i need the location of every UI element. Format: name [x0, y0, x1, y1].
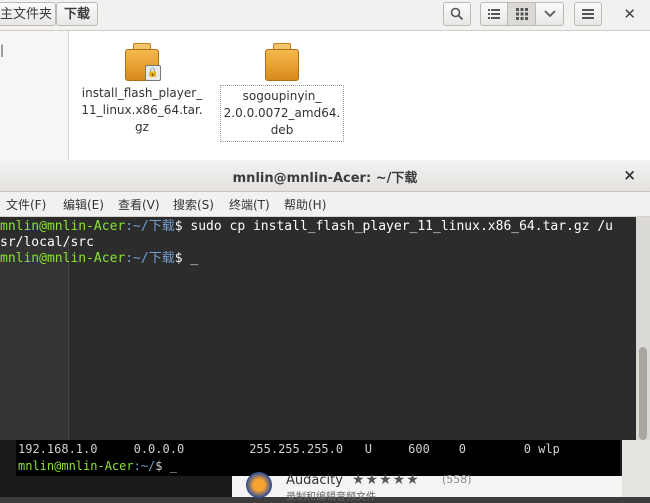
window-title: mnlin@mnlin-Acer: ~/下载	[232, 171, 418, 186]
terminal-line: sr/local/src	[0, 235, 94, 250]
command-text: $ sudo cp install_flash_player_11_linux.…	[174, 219, 614, 234]
prompt-user: mnlin@mnlin-Acer	[0, 251, 126, 266]
view-options-button[interactable]	[536, 2, 564, 26]
file-name: install_flash_player_ 11_linux.x86_64.ta…	[81, 86, 203, 134]
route-line: 192.168.1.0 0.0.0.0 255.255.255.0 U 600 …	[18, 442, 560, 456]
prompt-path: :~/下载	[125, 251, 175, 266]
file-manager-sidebar: |	[0, 31, 69, 161]
background-panel	[622, 440, 650, 497]
terminal-line: mnlin@mnlin-Acer:~/下载$ _	[0, 251, 198, 267]
sidebar-fragment: |	[0, 43, 5, 57]
prompt-user: mnlin@mnlin-Acer	[18, 459, 134, 473]
background-terminal: 192.168.1.0 0.0.0.0 255.255.255.0 U 600 …	[16, 440, 620, 476]
search-icon	[450, 7, 464, 21]
terminal-output[interactable]: mnlin@mnlin-Acer:~/下载$ sudo cp install_f…	[0, 217, 636, 440]
prompt-path: :~/下载	[125, 219, 175, 234]
file-manager-header: 主文件夹 下载 ✕	[0, 0, 650, 31]
terminal-line: mnlin@mnlin-Acer:~/$ _	[18, 459, 177, 473]
package-locked-icon: 🔒	[125, 43, 161, 81]
menu-file[interactable]: 文件(F)	[6, 196, 46, 213]
rating-stars: ★★★★★	[352, 472, 420, 488]
file-item-flash[interactable]: 🔒 install_flash_player_ 11_linux.x86_64.…	[80, 43, 204, 136]
menu-edit[interactable]: 编辑(E)	[63, 196, 104, 213]
menu-help[interactable]: 帮助(H)	[284, 196, 326, 213]
terminal-titlebar[interactable]: mnlin@mnlin-Acer: ~/下载 ×	[0, 160, 650, 192]
grid-view-icon	[515, 8, 528, 20]
menu-icon	[582, 9, 594, 19]
terminal-scrollbar[interactable]	[636, 217, 650, 440]
scrollbar-thumb[interactable]	[639, 347, 647, 440]
app-description: 录制和编辑音频文件	[286, 492, 376, 503]
background-sidebar	[0, 241, 69, 440]
grid-view-button[interactable]	[508, 2, 536, 26]
list-view-button[interactable]	[480, 2, 508, 26]
menu-view[interactable]: 查看(V)	[118, 196, 160, 213]
file-name: sogoupinyin_ 2.0.0.0072_amd64. deb	[220, 85, 344, 142]
search-button[interactable]	[443, 2, 471, 26]
prompt-path: :~/	[133, 459, 156, 473]
app-name: Audacity	[286, 473, 343, 488]
close-icon[interactable]: ✕	[623, 5, 636, 23]
breadcrumb-home[interactable]: 主文件夹	[0, 2, 56, 26]
terminal-line: mnlin@mnlin-Acer:~/下载$ sudo cp install_f…	[0, 219, 613, 235]
list-view-icon	[488, 9, 500, 19]
close-icon[interactable]: ×	[623, 166, 636, 184]
chevron-down-icon	[543, 10, 556, 18]
terminal-menubar: 文件(F) 编辑(E) 查看(V) 搜索(S) 终端(T) 帮助(H)	[0, 192, 650, 217]
rating-count: (558)	[442, 473, 472, 486]
software-center-item[interactable]: Audacity ★★★★★ (558) 录制和编辑音频文件	[232, 472, 622, 503]
menu-button[interactable]	[574, 2, 602, 26]
package-icon	[265, 43, 299, 81]
breadcrumb-download[interactable]: 下载	[56, 2, 98, 26]
command-text: $ _	[155, 459, 177, 473]
audacity-icon	[246, 472, 272, 498]
menu-terminal[interactable]: 终端(T)	[229, 196, 270, 213]
command-text: $ _	[174, 251, 199, 266]
file-item-sogou[interactable]: sogoupinyin_ 2.0.0.0072_amd64. deb	[220, 43, 344, 142]
file-view: 🔒 install_flash_player_ 11_linux.x86_64.…	[69, 31, 650, 161]
prompt-user: mnlin@mnlin-Acer	[0, 219, 126, 234]
menu-search[interactable]: 搜索(S)	[173, 196, 214, 213]
